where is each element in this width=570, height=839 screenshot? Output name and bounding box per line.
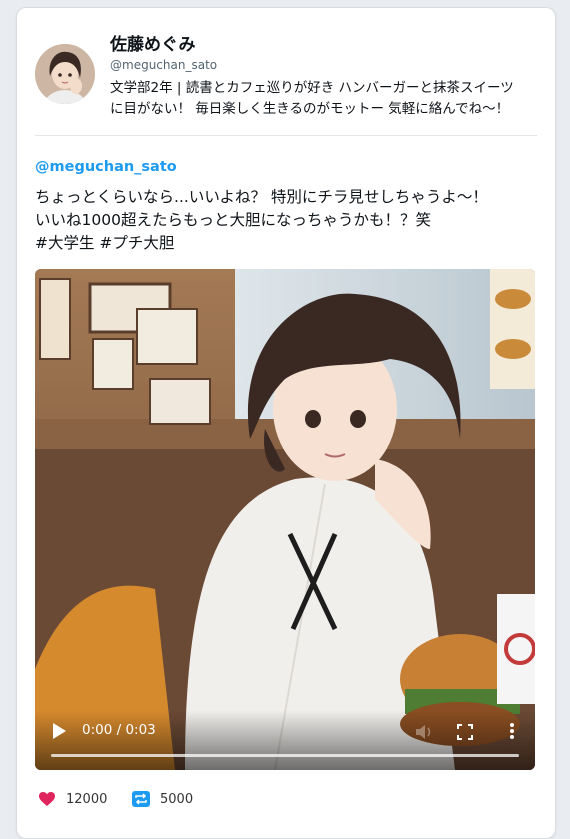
like-count: 12000 (66, 791, 108, 807)
video-controls: 0:00 / 0:03 (35, 710, 535, 770)
post-line: いいね1000超えたらもっと大胆になっちゃうかも！？笑 (35, 211, 431, 229)
repost-icon[interactable] (132, 791, 150, 807)
post-mention[interactable]: @meguchan_sato (35, 159, 177, 175)
volume-icon[interactable] (415, 724, 433, 740)
profile-bio: 文学部2年 | 読書とカフェ巡りが好き ハンバーガーと抹茶スイーツ に目がない！… (110, 78, 540, 120)
bio-line: に目がない！ 毎日楽しく生きるのがモットー 気軽に絡んでね～！ (110, 101, 510, 117)
heart-icon[interactable] (38, 791, 56, 807)
post-line: ちょっとくらいなら...いいよね？ 特別にチラ見せしちゃうよ～！ (35, 188, 488, 206)
video-progress-track[interactable] (51, 754, 519, 757)
video-time: 0:00 / 0:03 (82, 722, 156, 738)
post-hashtags[interactable]: #大学生 #プチ大胆 (35, 232, 540, 255)
fullscreen-icon[interactable] (457, 724, 473, 740)
more-options-icon[interactable] (509, 722, 515, 740)
play-icon[interactable] (51, 722, 67, 740)
video-frame (35, 269, 535, 770)
profile-handle[interactable]: @meguchan_sato (110, 58, 217, 72)
video-player[interactable]: 0:00 / 0:03 (35, 269, 535, 770)
avatar[interactable] (35, 44, 95, 104)
repost-count: 5000 (160, 791, 194, 807)
post-card: 佐藤めぐみ @meguchan_sato 文学部2年 | 読書とカフェ巡りが好き… (16, 7, 556, 839)
divider (35, 135, 537, 136)
profile-name[interactable]: 佐藤めぐみ (110, 30, 196, 55)
post-text: ちょっとくらいなら...いいよね？ 特別にチラ見せしちゃうよ～！ いいね1000… (35, 186, 540, 255)
repost-stat[interactable]: 5000 (132, 791, 193, 807)
bio-line: 文学部2年 | 読書とカフェ巡りが好き ハンバーガーと抹茶スイーツ (110, 80, 514, 96)
like-stat[interactable]: 12000 (38, 791, 107, 807)
